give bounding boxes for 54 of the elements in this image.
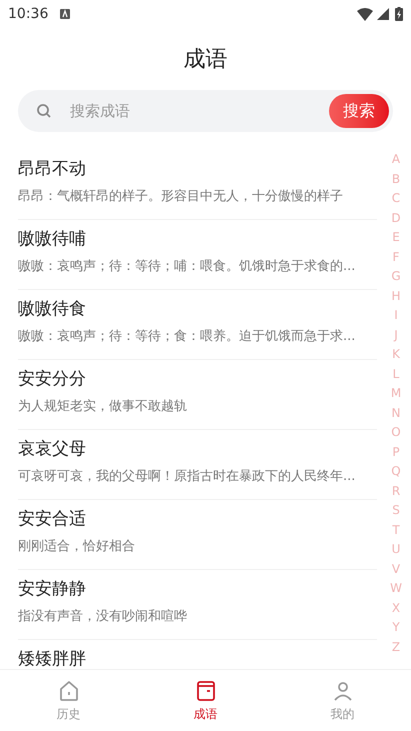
search-button[interactable]: 搜索: [329, 94, 389, 128]
index-letter[interactable]: A: [392, 150, 400, 170]
idiom-title[interactable]: 安安合适: [18, 506, 377, 532]
index-letter[interactable]: U: [392, 540, 400, 560]
index-letter[interactable]: I: [394, 306, 398, 326]
index-letter[interactable]: O: [391, 423, 401, 442]
idiom-meaning: 嗷嗷：哀鸣声；待：等待；哺：喂食。饥饿时急于求食的...: [18, 258, 356, 276]
wifi-icon: [357, 8, 373, 20]
tab[interactable]: 我的: [274, 670, 411, 731]
index-letter[interactable]: Z: [392, 638, 400, 657]
idiom-title[interactable]: 嗷嗷待食: [18, 296, 377, 322]
search-field[interactable]: 搜索成语: [70, 100, 329, 122]
index-letter[interactable]: Q: [391, 462, 401, 482]
notification-icon: [60, 9, 70, 19]
idiom-meaning: 为人规矩老实，做事不敢越轨: [18, 398, 188, 416]
idiom-title[interactable]: 安安分分: [18, 366, 377, 392]
idiom-meaning: 可哀呀可哀，我的父母啊！原指古时在暴政下的人民终年...: [18, 468, 356, 486]
index-letter[interactable]: P: [392, 442, 400, 462]
index-letter[interactable]: G: [391, 267, 401, 286]
index-letter[interactable]: R: [392, 482, 400, 501]
index-letter[interactable]: T: [392, 520, 400, 540]
idiom-meaning: 指没有声音，没有吵闹和喧哗: [18, 608, 188, 626]
index-letter[interactable]: F: [392, 248, 400, 267]
index-letter[interactable]: C: [392, 189, 400, 208]
index-letter[interactable]: W: [390, 579, 402, 598]
search-bar[interactable]: 搜索成语 搜索: [18, 90, 393, 132]
index-letter[interactable]: L: [392, 364, 400, 384]
idiom-title[interactable]: 昂昂不动: [18, 156, 377, 182]
index-letter[interactable]: N: [392, 404, 400, 423]
index-letter[interactable]: E: [392, 228, 400, 248]
idiom-title[interactable]: 嗷嗷待哺: [18, 226, 377, 252]
index-letter[interactable]: H: [391, 286, 401, 306]
search-icon: [36, 103, 52, 119]
idiom-title[interactable]: 安安静静: [18, 576, 377, 602]
index-letter[interactable]: V: [392, 560, 400, 579]
tab[interactable]: 成语: [137, 670, 274, 731]
idiom-meaning: 昂昂：气概轩昂的样子。形容目中无人，十分傲慢的样子: [18, 188, 344, 206]
idiom-title[interactable]: 哀哀父母: [18, 436, 377, 462]
index-letter[interactable]: J: [394, 326, 398, 345]
battery-icon: [395, 7, 403, 21]
idiom-meaning: 嗷嗷：哀鸣声；待：等待；食：喂养。迫于饥饿而急于求...: [18, 328, 356, 346]
status-time: 10:36: [8, 4, 48, 24]
page-title: 成语: [184, 46, 228, 74]
index-letter[interactable]: X: [392, 598, 400, 618]
index-letter[interactable]: M: [390, 384, 402, 404]
idiom-meaning: 刚刚适合，恰好相合: [18, 538, 136, 556]
index-letter[interactable]: B: [392, 170, 400, 189]
index-letter[interactable]: K: [392, 345, 400, 364]
index-letter[interactable]: D: [391, 208, 401, 228]
tab[interactable]: 历史: [0, 670, 137, 731]
index-letter[interactable]: S: [392, 501, 400, 520]
index-letter[interactable]: Y: [392, 618, 400, 638]
idiom-title[interactable]: 矮矮胖胖: [18, 646, 377, 669]
signal-icon: [377, 8, 389, 20]
